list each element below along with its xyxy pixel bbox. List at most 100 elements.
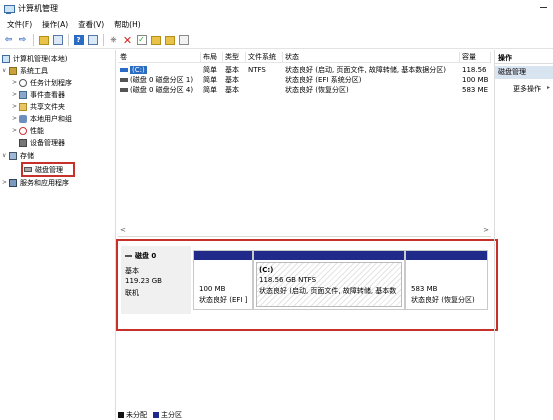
- actions-header: 操作: [495, 52, 553, 64]
- forward-arrow-icon[interactable]: ⇨: [16, 34, 29, 47]
- window-title: 计算机管理: [18, 4, 58, 13]
- column-filesystem[interactable]: 文件系统: [246, 52, 283, 63]
- delete-icon[interactable]: ✕: [121, 34, 134, 47]
- volume-layout: 简单: [203, 86, 217, 94]
- actions-disk-management[interactable]: 磁盘管理: [495, 66, 553, 79]
- tree-storage[interactable]: ∨ 存储: [2, 150, 34, 161]
- connect-icon[interactable]: ⎈: [107, 34, 120, 47]
- volume-name: (磁盘 0 磁盘分区 4): [130, 86, 194, 94]
- computer-management-icon: [4, 4, 15, 14]
- partition-size: 118.56 GB NTFS: [259, 276, 317, 284]
- legend-primary: 主分区: [161, 411, 182, 419]
- volume-name: (磁盘 0 磁盘分区 1): [130, 76, 194, 84]
- tools-icon: [9, 66, 17, 75]
- scroll-left-icon[interactable]: <: [120, 226, 126, 234]
- expand-icon[interactable]: >: [12, 127, 19, 134]
- pane-splitter[interactable]: [118, 236, 491, 237]
- check-icon[interactable]: ✓: [135, 34, 148, 47]
- collapse-icon[interactable]: ∨: [2, 152, 9, 159]
- services-icon: [9, 178, 17, 187]
- computer-icon: [2, 54, 10, 63]
- volume-list: 卷 布局 类型 文件系统 状态 容量 (C:) 简单 基本 NTFS 状态良好 …: [118, 50, 491, 236]
- partition-name: (C:): [259, 266, 274, 274]
- horizontal-scrollbar[interactable]: < >: [118, 226, 491, 236]
- search-folder-icon[interactable]: [163, 34, 176, 47]
- show-tree-icon[interactable]: [51, 34, 64, 47]
- expand-icon[interactable]: >: [12, 103, 19, 110]
- volume-capacity: 118.56: [462, 66, 487, 74]
- tree-performance[interactable]: > 性能: [12, 125, 44, 136]
- volume-type: 基本: [225, 86, 239, 94]
- tree-task-scheduler[interactable]: > 任务计划程序: [12, 77, 72, 88]
- primary-swatch: [153, 412, 159, 418]
- volume-capacity: 583 ME: [462, 86, 489, 94]
- volume-layout: 简单: [203, 76, 217, 84]
- expand-icon[interactable]: >: [12, 79, 19, 86]
- volume-name: (C:): [130, 66, 147, 74]
- back-arrow-icon[interactable]: ⇦: [2, 34, 15, 47]
- up-folder-icon[interactable]: [37, 34, 50, 47]
- volume-row[interactable]: (磁盘 0 磁盘分区 4) 简单 基本 状态良好 (恢复分区) 583 ME: [118, 85, 491, 95]
- properties-icon[interactable]: [86, 34, 99, 47]
- navigation-tree: 计算机管理(本地) ∨ 系统工具 > 任务计划程序 > 事件查看器 > 共享文件…: [0, 50, 116, 420]
- volume-status: 状态良好 (EFI 系统分区): [285, 76, 362, 84]
- partition-status: 状态良好 (启动, 页面文件, 故障转储, 基本数: [259, 287, 397, 295]
- legend-unallocated: 未分配: [126, 411, 147, 419]
- volume-status: 状态良好 (恢复分区): [285, 86, 349, 94]
- column-type[interactable]: 类型: [223, 52, 246, 63]
- column-layout[interactable]: 布局: [201, 52, 223, 63]
- tree-root-label: 计算机管理(本地): [13, 54, 68, 63]
- drive-icon: [120, 88, 128, 92]
- tree-performance-label: 性能: [30, 126, 44, 135]
- help-icon[interactable]: ?: [72, 34, 85, 47]
- column-volume[interactable]: 卷: [118, 52, 201, 63]
- event-log-icon: [19, 90, 27, 99]
- menu-help[interactable]: 帮助(H): [109, 19, 146, 30]
- volume-filesystem: [246, 75, 283, 85]
- scroll-right-icon[interactable]: >: [483, 226, 489, 234]
- disk-management-highlight: [21, 162, 75, 177]
- volume-type: 基本: [225, 76, 239, 84]
- drive-icon: [120, 78, 128, 82]
- toolbar-divider: [33, 34, 34, 46]
- actions-pane: 操作 磁盘管理 更多操作 ▸: [494, 50, 553, 420]
- more-actions-arrow-icon[interactable]: ▸: [547, 84, 550, 91]
- tree-storage-label: 存储: [20, 151, 34, 160]
- tree-shared-folders[interactable]: > 共享文件夹: [12, 101, 65, 112]
- tree-system-tools[interactable]: ∨ 系统工具: [2, 65, 48, 76]
- tree-local-users[interactable]: > 本地用户和组: [12, 113, 72, 124]
- drive-icon: [120, 68, 128, 72]
- more-actions[interactable]: 更多操作: [513, 84, 541, 94]
- tree-device-manager-label: 设备管理器: [30, 138, 65, 147]
- menu-file[interactable]: 文件(F): [2, 19, 37, 30]
- volume-filesystem: NTFS: [248, 66, 266, 74]
- minimize-button[interactable]: [540, 7, 547, 8]
- volume-layout: 简单: [203, 66, 217, 74]
- tree-system-tools-label: 系统工具: [20, 66, 48, 75]
- volume-name-cell: (磁盘 0 磁盘分区 4): [118, 85, 201, 95]
- tree-root[interactable]: 计算机管理(本地): [2, 53, 67, 64]
- column-status[interactable]: 状态: [283, 52, 460, 63]
- tree-services[interactable]: > 服务和应用程序: [2, 177, 69, 188]
- tree-device-manager[interactable]: 设备管理器: [19, 137, 65, 148]
- shared-folder-icon: [19, 102, 27, 111]
- view-icon[interactable]: [177, 34, 190, 47]
- menu-action[interactable]: 操作(A): [37, 19, 73, 30]
- open-folder-icon[interactable]: [149, 34, 162, 47]
- disk-view-highlight: [116, 239, 498, 331]
- expand-icon[interactable]: >: [12, 115, 19, 122]
- legend: 未分配 主分区: [118, 410, 188, 420]
- device-manager-icon: [19, 138, 27, 147]
- expand-icon[interactable]: >: [12, 91, 19, 98]
- menu-view[interactable]: 查看(V): [73, 19, 109, 30]
- tree-shared-folders-label: 共享文件夹: [30, 102, 65, 111]
- column-capacity[interactable]: 容量: [460, 52, 491, 63]
- collapse-icon[interactable]: ∨: [2, 67, 9, 74]
- tree-event-viewer[interactable]: > 事件查看器: [12, 89, 65, 100]
- tree-event-viewer-label: 事件查看器: [30, 90, 65, 99]
- volume-list-header: 卷 布局 类型 文件系统 状态 容量: [118, 52, 491, 63]
- volume-row[interactable]: (C:) 简单 基本 NTFS 状态良好 (启动, 页面文件, 故障转储, 基本…: [118, 65, 491, 75]
- expand-icon[interactable]: >: [2, 179, 9, 186]
- performance-icon: [19, 126, 27, 135]
- volume-row[interactable]: (磁盘 0 磁盘分区 1) 简单 基本 状态良好 (EFI 系统分区) 100 …: [118, 75, 491, 85]
